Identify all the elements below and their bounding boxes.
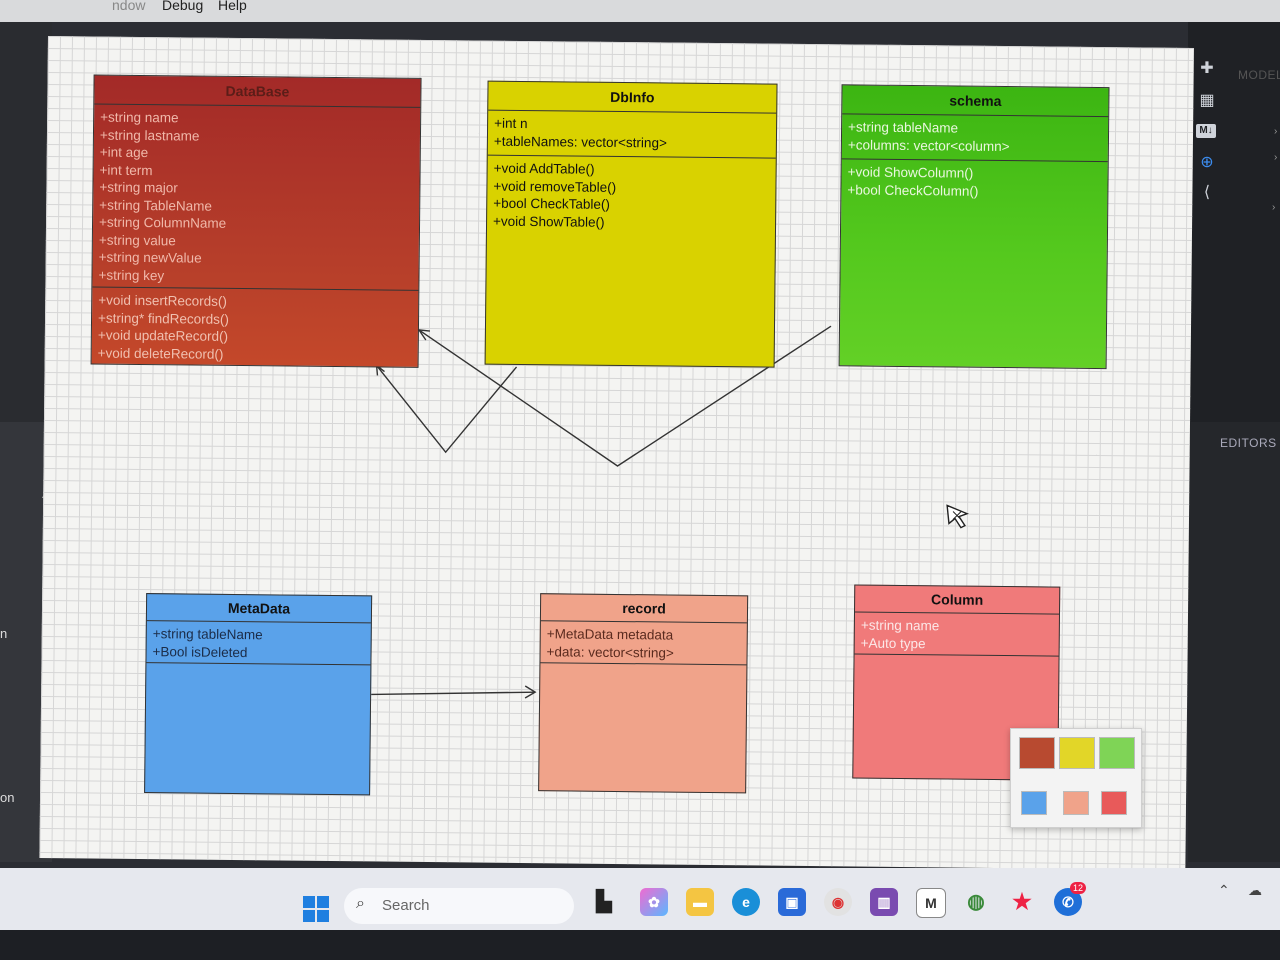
attribute: +columns: vector<column> [847,136,1010,154]
class-schema[interactable]: schema +string tableName +columns: vecto… [838,84,1110,370]
method: +void AddTable() [493,160,595,177]
taskbar [0,868,1280,960]
left-label-1: n [0,626,8,641]
diagram-thumbnail-preview[interactable] [1010,728,1142,828]
thumbnail-schema[interactable] [1099,737,1135,769]
class-attributes: +string tableName +columns: vector<colum… [841,114,1109,163]
menu-help[interactable]: Help [218,0,247,13]
edge-browser-icon[interactable]: e [732,888,760,916]
method: +void deleteRecord() [97,345,224,362]
crosshair-icon[interactable]: ⊕ [1196,152,1218,174]
taskbar-search[interactable]: ⌕ Search [344,888,574,924]
archive-app-icon[interactable]: ▥ [870,888,898,916]
share-icon[interactable]: ⟨ [1196,182,1218,204]
search-placeholder: Search [382,897,430,914]
task-view-icon[interactable]: ▙ [590,888,618,916]
class-record[interactable]: record +MetaData metadata +data: vector<… [538,593,749,794]
class-attributes: +string tableName +Bool isDeleted [146,621,371,666]
attribute: +data: vector<string> [546,643,674,661]
menu-window[interactable]: ndow [112,0,145,13]
model-label: MODEL [1238,68,1280,82]
thumbnail-metadata[interactable] [1021,791,1047,815]
tray-chevron-up-icon[interactable]: ⌃ [1218,882,1230,899]
method: +bool CheckColumn() [847,181,979,199]
class-metadata[interactable]: MetaData +string tableName +Bool isDelet… [144,593,373,796]
class-dbinfo[interactable]: DbInfo +int n +tableNames: vector<string… [484,80,778,368]
method: +bool CheckTable() [493,195,611,212]
thumbnail-database[interactable] [1019,737,1055,769]
chevron-right-icon[interactable]: › [1272,202,1275,213]
metadata-to-record-connector [371,691,536,696]
markdown-icon[interactable]: M↓ [1196,124,1216,138]
menu-debug[interactable]: Debug [162,0,203,13]
class-methods: +void ShowColumn() +bool CheckColumn() [841,159,1107,205]
grid-icon[interactable]: ▦ [1196,90,1218,112]
thumbnail-record[interactable] [1063,791,1089,815]
arrowhead [417,329,431,341]
right-tool-panel: ✚ ▦ M↓ ⊕ ⟨ MODEL › › › EDITORS [1188,22,1280,862]
class-attributes: +int n +tableNames: vector<string> [487,110,777,159]
cloud-offline-icon[interactable]: ☁ [1248,882,1262,899]
class-methods: +void AddTable() +void removeTable() +bo… [487,156,776,237]
copilot-icon[interactable]: ✿ [640,888,668,916]
class-attributes: +string name +string lastname +int age +… [92,104,421,291]
attribute: +MetaData metadata [546,626,674,643]
file-explorer-icon[interactable]: ▬ [686,888,714,916]
search-icon: ⌕ [356,895,365,912]
chevron-right-icon[interactable]: › [1274,126,1277,137]
puzzle-icon[interactable]: ✚ [1196,58,1218,80]
chrome-icon[interactable]: ◉ [824,888,852,916]
thumbnail-dbinfo[interactable] [1059,737,1095,769]
notification-badge: 12 [1070,882,1086,894]
chevron-right-icon[interactable]: › [1274,152,1277,163]
menu-bar: ndow Debug Help [0,0,1280,22]
attribute: +tableNames: vector<string> [493,133,667,150]
editors-label: EDITORS [1220,436,1277,450]
class-attributes: +string name +Auto type [854,612,1059,657]
class-methods: +void insertRecords() +string* findRecor… [92,287,419,368]
globe-app-icon[interactable]: ◍ [962,888,990,916]
attribute: +string name [860,617,940,634]
class-title: record [540,594,748,624]
move-cursor-icon [946,504,969,529]
attribute: +Bool isDeleted [152,643,248,660]
thumbnail-column[interactable] [1101,791,1127,815]
star-app-icon[interactable]: ★ [1008,888,1036,916]
method: +void ShowColumn() [847,164,974,181]
right-panel-top [1188,22,1280,422]
class-title: MetaData [146,594,372,624]
modeling-app-icon[interactable]: M [916,888,946,918]
attribute: +Auto type [860,635,926,651]
attribute: +string tableName [152,626,263,643]
class-title: DataBase [94,75,421,108]
class-title: schema [842,85,1109,118]
class-title: DbInfo [488,81,777,114]
attribute: +string key [98,267,165,283]
windows-start-icon[interactable] [303,896,329,922]
left-label-2: on [0,790,15,805]
class-database[interactable]: DataBase +string name +string lastname +… [90,74,422,368]
dbinfo-to-database-connector [376,365,518,454]
method: +void ShowTable() [493,213,605,230]
class-attributes: +MetaData metadata +data: vector<string> [540,621,747,666]
store-icon[interactable]: ▣ [778,888,806,916]
class-title: Column [855,585,1060,615]
attribute: +string tableName [848,119,959,136]
